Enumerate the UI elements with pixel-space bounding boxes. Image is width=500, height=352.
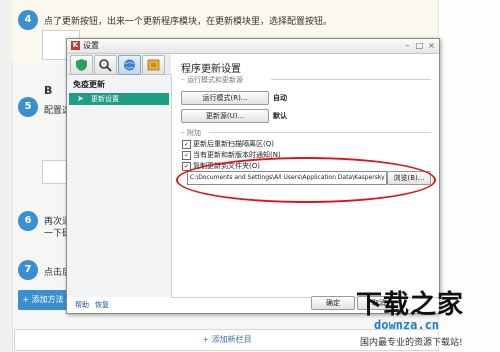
notify-updates-checkbox[interactable]: ✓ — [182, 151, 191, 160]
arrow-right-icon: ➤ — [77, 94, 84, 103]
watermark-slogan: 国内最专业的资源下载站! — [360, 338, 463, 348]
globe-icon — [124, 59, 135, 71]
safe-icon — [147, 59, 160, 71]
dialog-title: 设置 — [83, 41, 99, 50]
section-run-label: 运行模式和更新源 — [187, 76, 243, 84]
scan-tab[interactable] — [94, 55, 117, 75]
section-divider — [181, 132, 185, 133]
update-tab[interactable] — [118, 55, 141, 75]
sidebar-item-label: 更新设置 — [91, 95, 119, 103]
section-divider — [181, 79, 185, 80]
shield-icon — [76, 59, 87, 71]
image-placeholder-icon[interactable] — [42, 160, 68, 184]
advanced-tab[interactable] — [142, 55, 165, 75]
restore-link[interactable]: 恢复 — [95, 300, 109, 310]
help-link[interactable]: 帮助 — [75, 300, 89, 310]
add-method-button[interactable]: + 添加方法 — [18, 290, 68, 310]
settings-sidebar: 免疫更新 ➤ 更新设置 — [67, 75, 172, 297]
protection-tab[interactable] — [70, 55, 93, 75]
update-source-button[interactable]: 更新源(U)... — [181, 109, 269, 123]
section-addon-label: 附加 — [187, 129, 201, 137]
dialog-titlebar[interactable]: K 设置 – □ × — [67, 39, 439, 54]
search-icon — [99, 59, 112, 72]
annotation-ellipse — [176, 157, 436, 203]
sidebar-item-update-settings[interactable]: ➤ 更新设置 — [69, 93, 169, 105]
minimize-icon[interactable]: – — [403, 41, 412, 50]
rescan-quarantine-checkbox[interactable]: ✓ — [182, 140, 191, 149]
step-4-number: 4 — [18, 10, 38, 30]
panel-title: 程序更新设置 — [181, 64, 241, 75]
watermark-brand: 下载之家 — [356, 290, 465, 320]
step-7-number: 7 — [18, 260, 38, 280]
step-6-number: 6 — [18, 211, 38, 231]
step-4-text: 点了更新按钮，出来一个更新程序模块，在更新模块里，选择配置按钮。 — [44, 17, 333, 27]
close-icon[interactable]: × — [427, 41, 436, 50]
ok-button[interactable]: 确定 — [311, 296, 355, 310]
maximize-icon[interactable]: □ — [415, 41, 424, 50]
run-mode-value: 自动 — [273, 94, 287, 102]
sidebar-heading: 免疫更新 — [73, 80, 105, 89]
kaspersky-logo-icon: K — [71, 41, 80, 50]
run-mode-button[interactable]: 运行模式(R)... — [181, 91, 269, 105]
update-source-value: 默认 — [273, 112, 287, 120]
step-5-number: 5 — [18, 97, 38, 117]
bold-format-icon[interactable]: B — [44, 84, 52, 97]
rescan-quarantine-label: 更新后重新扫描隔离区(Q) — [193, 140, 274, 148]
watermark-url: downza.cn — [374, 318, 440, 332]
settings-toolbar — [67, 54, 171, 75]
section-divider — [271, 79, 431, 80]
section-divider — [209, 132, 431, 133]
